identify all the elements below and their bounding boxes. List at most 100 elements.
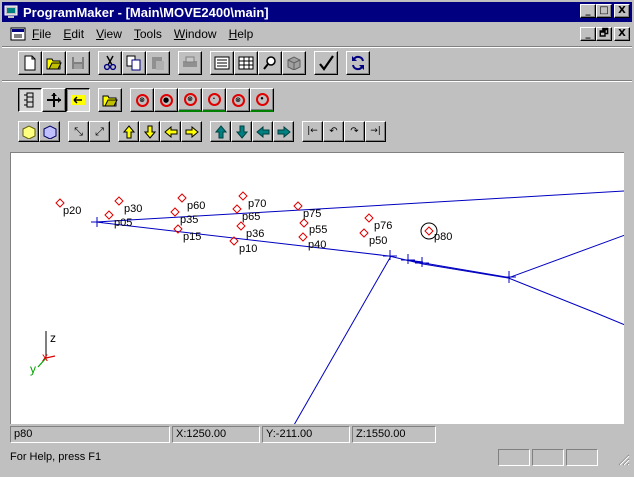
point-target-button[interactable]: • bbox=[250, 88, 274, 112]
new-file-button[interactable] bbox=[18, 51, 42, 75]
selected-point-field: p80 bbox=[10, 426, 170, 443]
rotate-right-button[interactable] bbox=[273, 121, 294, 142]
grid-table-icon bbox=[238, 56, 254, 70]
menu-edit[interactable]: Edit bbox=[63, 27, 84, 41]
menu-window[interactable]: Window bbox=[174, 27, 217, 41]
open-program-button[interactable] bbox=[98, 88, 122, 112]
view-side-button[interactable] bbox=[39, 121, 60, 142]
marker-p76 bbox=[364, 213, 374, 223]
axis-x-label: x bbox=[42, 350, 48, 364]
child-minimize-button[interactable]: _ bbox=[580, 27, 596, 41]
cancel-target-icon: ⊗ bbox=[231, 93, 245, 107]
arrow-left-icon bbox=[255, 125, 269, 138]
x-coordinate-field: X:1250.00 bbox=[172, 426, 260, 443]
record-icon: ● bbox=[159, 93, 173, 107]
target-green-button[interactable]: · bbox=[202, 88, 226, 112]
path-canvas[interactable]: p20 p30 p60 p70 p75 p35 p65 p05 p76 p55 … bbox=[11, 153, 624, 424]
coordinate-readout: p80 X:1250.00 Y:-211.00 Z:1550.00 bbox=[10, 426, 624, 443]
arrow-up-icon bbox=[214, 124, 227, 138]
app-icon bbox=[4, 5, 18, 18]
marker-p35 bbox=[170, 207, 180, 217]
step-back-button[interactable]: ↶ bbox=[323, 121, 344, 142]
child-restore-button[interactable]: 🗗 bbox=[596, 27, 612, 41]
cube-icon bbox=[287, 56, 301, 70]
move-up-yellow-button[interactable] bbox=[118, 121, 139, 142]
marker-p55 bbox=[299, 218, 309, 228]
marker-p80 bbox=[424, 226, 434, 236]
cancel-target-button[interactable]: ⊗ bbox=[226, 88, 250, 112]
cube-front-icon bbox=[22, 124, 35, 139]
point-label-p10: p10 bbox=[239, 243, 257, 255]
open-folder-icon bbox=[46, 58, 62, 70]
stop-green-button[interactable]: ⊗ bbox=[178, 88, 202, 112]
view-front-button[interactable] bbox=[18, 121, 39, 142]
refresh-arrows-icon bbox=[352, 55, 364, 71]
status-panel-2 bbox=[532, 449, 564, 466]
zoom-out-button[interactable]: ⤢ bbox=[89, 121, 110, 142]
point-label-p65: p65 bbox=[242, 211, 260, 223]
new-file-icon bbox=[24, 55, 36, 71]
step-last-button[interactable]: →| bbox=[365, 121, 386, 142]
move-down-yellow-button[interactable] bbox=[139, 121, 160, 142]
view-toolbar: ⊗ ● ⊗ · ⊗ • bbox=[18, 88, 274, 112]
menu-help[interactable]: Help bbox=[229, 27, 254, 41]
point-label-p60: p60 bbox=[187, 200, 205, 212]
robot-model-button[interactable] bbox=[282, 51, 306, 75]
move-cross-icon bbox=[47, 93, 61, 107]
paste-button[interactable] bbox=[146, 51, 170, 75]
record-button[interactable]: ● bbox=[154, 88, 178, 112]
menu-view[interactable]: View bbox=[96, 27, 122, 41]
stop-icon: ⊗ bbox=[135, 93, 149, 107]
marker-p65 bbox=[232, 204, 242, 214]
save-button[interactable] bbox=[66, 51, 90, 75]
rotate-down-button[interactable] bbox=[231, 121, 252, 142]
child-close-button[interactable]: X bbox=[614, 27, 630, 41]
magnifier-icon bbox=[263, 56, 276, 70]
rotate-up-button[interactable] bbox=[210, 121, 231, 142]
status-bar: For Help, press F1 bbox=[2, 446, 632, 468]
maximize-button[interactable]: □ bbox=[596, 4, 612, 18]
stop-button[interactable]: ⊗ bbox=[130, 88, 154, 112]
marker-p70 bbox=[238, 191, 248, 201]
cube-side-icon bbox=[43, 124, 56, 139]
point-list-toggle[interactable] bbox=[18, 88, 42, 112]
menu-tools[interactable]: Tools bbox=[134, 27, 162, 41]
table-button[interactable] bbox=[234, 51, 258, 75]
find-button[interactable] bbox=[258, 51, 282, 75]
rotate-left-button[interactable] bbox=[252, 121, 273, 142]
move-point-button[interactable] bbox=[42, 88, 66, 112]
marker-p36 bbox=[236, 221, 246, 231]
minimize-button[interactable]: _ bbox=[580, 4, 596, 18]
robot-path bbox=[95, 190, 624, 424]
point-label-p35: p35 bbox=[180, 214, 198, 226]
step-forward-button[interactable]: ↷ bbox=[344, 121, 365, 142]
paste-icon bbox=[152, 57, 164, 70]
move-right-yellow-button[interactable] bbox=[181, 121, 202, 142]
step-first-button[interactable]: |← bbox=[302, 121, 323, 142]
refresh-button[interactable] bbox=[346, 51, 370, 75]
program-list-button[interactable] bbox=[210, 51, 234, 75]
document-icon[interactable] bbox=[10, 27, 26, 41]
point-target-icon: • bbox=[255, 93, 269, 106]
toolbar-separator-2 bbox=[2, 80, 632, 82]
title-bar[interactable]: ProgramMaker - [Main\MOVE2400\main] _ □ … bbox=[2, 2, 632, 22]
cut-button[interactable] bbox=[98, 51, 122, 75]
open-file-button[interactable] bbox=[42, 51, 66, 75]
move-left-yellow-button[interactable] bbox=[160, 121, 181, 142]
marker-p05 bbox=[104, 210, 114, 220]
resize-grip-icon[interactable] bbox=[618, 454, 630, 466]
robot-path-viewport[interactable]: p20 p30 p60 p70 p75 p35 p65 p05 p76 p55 … bbox=[10, 152, 624, 424]
copy-icon bbox=[126, 55, 141, 71]
teach-point-toggle[interactable] bbox=[66, 88, 90, 112]
copy-button[interactable] bbox=[122, 51, 146, 75]
close-button[interactable]: X bbox=[614, 4, 630, 18]
menu-file[interactable]: File bbox=[32, 27, 51, 41]
arrow-right-yellow-icon bbox=[185, 125, 199, 138]
print-button[interactable] bbox=[178, 51, 202, 75]
check-program-button[interactable] bbox=[314, 51, 338, 75]
zoom-in-button[interactable]: ⤡ bbox=[68, 121, 89, 142]
checkmark-icon bbox=[319, 55, 334, 71]
shrink-arrows-icon: ⤡ bbox=[74, 125, 83, 138]
expand-arrows-icon: ⤢ bbox=[95, 125, 104, 138]
target-green-icon: · bbox=[207, 93, 221, 106]
